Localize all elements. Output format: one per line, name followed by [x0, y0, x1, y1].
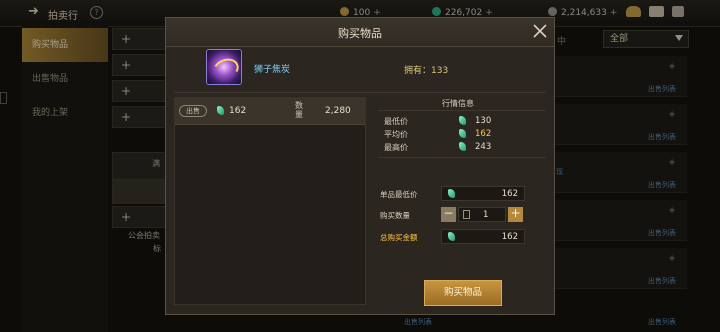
purchase-qty-label: 购买数量 — [380, 211, 410, 220]
calculator-icon[interactable] — [463, 210, 470, 219]
buy-item-dialog: 购买物品 狮子焦炭 拥有：133 出售 162 数量 2,280 行情信息 最低… — [165, 17, 555, 315]
total-price-label: 总购买金额 — [380, 233, 418, 242]
divider — [174, 92, 546, 93]
dialog-title: 购买物品 — [338, 27, 382, 40]
increase-qty-button[interactable]: + — [508, 207, 523, 222]
close-icon[interactable] — [532, 23, 548, 39]
buy-item-button[interactable]: 购买物品 — [424, 280, 502, 306]
order-qty-value: 2,280 — [325, 106, 351, 116]
divider — [378, 110, 546, 111]
gem-icon — [448, 189, 455, 198]
sell-badge: 出售 — [179, 105, 207, 117]
purchase-qty-input[interactable]: 1 — [458, 207, 506, 222]
total-price-value: 162 — [501, 232, 518, 242]
gem-icon — [217, 106, 224, 115]
order-qty-label: 数量 — [295, 101, 303, 119]
decrease-qty-button[interactable]: − — [441, 207, 456, 222]
market-info-title: 行情信息 — [442, 99, 474, 108]
gem-icon — [459, 116, 466, 125]
total-price-field: 162 — [441, 229, 525, 244]
max-price-value: 243 — [475, 142, 492, 152]
unit-min-price-label: 单品最低价 — [380, 190, 418, 199]
owned-count: 拥有：133 — [404, 66, 449, 76]
dialog-header: 购买物品 — [166, 18, 554, 47]
divider — [378, 157, 546, 158]
item-name: 狮子焦炭 — [254, 65, 291, 75]
gem-icon — [448, 232, 455, 241]
sell-order-row[interactable]: 出售 162 数量 2,280 — [175, 98, 365, 125]
unit-min-price-value: 162 — [501, 189, 518, 199]
unit-min-price-field: 162 — [441, 186, 525, 201]
min-price-label: 最低价 — [384, 117, 408, 126]
gem-icon — [459, 129, 466, 138]
min-price-value: 130 — [475, 116, 492, 126]
avg-price-value: 162 — [475, 129, 492, 139]
item-icon — [206, 49, 242, 85]
gem-icon — [459, 142, 466, 151]
max-price-label: 最高价 — [384, 143, 408, 152]
avg-price-label: 平均价 — [384, 130, 408, 139]
order-price: 162 — [229, 106, 247, 116]
item-icon-swirl — [210, 55, 242, 83]
purchase-qty-value: 1 — [483, 210, 489, 220]
sell-order-list: 出售 162 数量 2,280 — [174, 97, 366, 305]
